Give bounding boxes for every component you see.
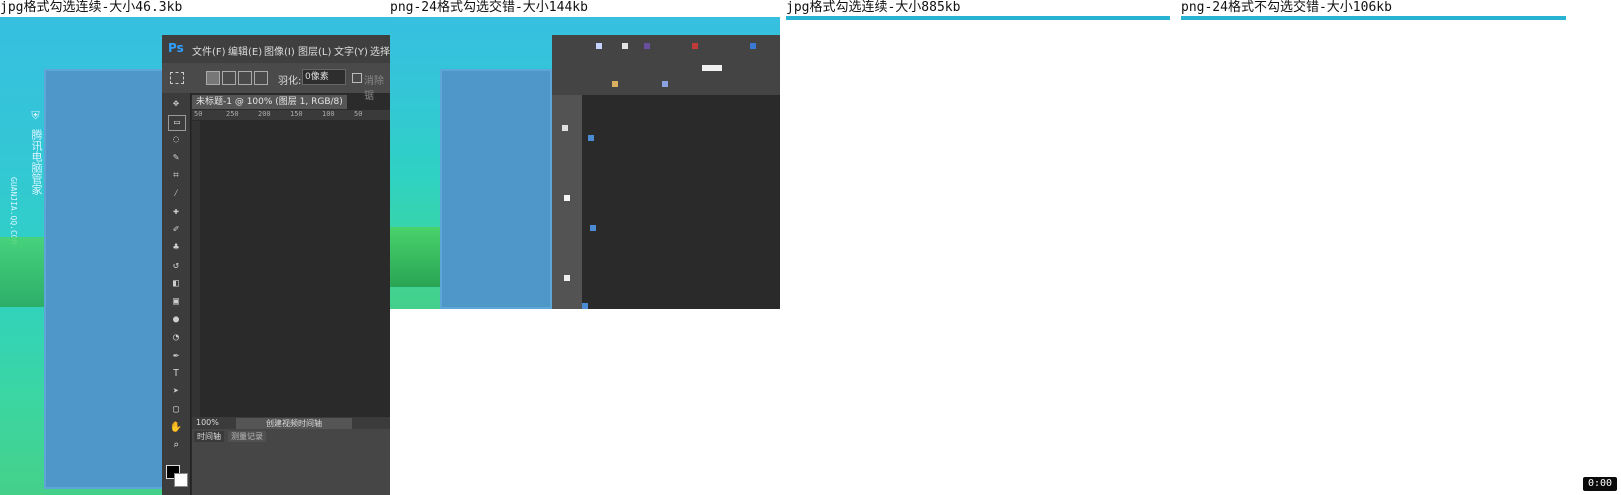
timeline-panel: 时间轴 测量记录 xyxy=(192,429,390,495)
pixel-noise xyxy=(644,43,650,49)
photoshop-logo: Ps xyxy=(168,41,184,55)
panel-caption: png-24格式勾选交错-大小144kb xyxy=(390,0,588,15)
new-selection-icon[interactable] xyxy=(206,71,220,85)
loading-bar xyxy=(1181,16,1566,20)
pixel-noise xyxy=(588,135,594,141)
ruler-tick: 50 xyxy=(194,110,203,118)
pixel-noise xyxy=(596,43,602,49)
brand-site: GUANJIA.QQ.COM xyxy=(9,177,18,245)
gradient-icon[interactable]: ▣ xyxy=(168,295,184,309)
healing-brush-icon[interactable]: ✚ xyxy=(168,205,184,219)
quick-select-icon[interactable]: ✎ xyxy=(168,151,184,165)
ruler-tick: 100 xyxy=(322,110,335,118)
pixel-noise xyxy=(562,125,568,131)
eraser-icon[interactable]: ◧ xyxy=(168,277,184,291)
canvas-area[interactable] xyxy=(192,121,390,417)
brand-name: 腾讯电脑管家 xyxy=(30,128,43,195)
blur-tool-icon[interactable]: ● xyxy=(168,313,184,327)
ps-toolbox: ✥ ▭ ◌ ✎ ⌗ ⁄ ✚ ✐ ♣ ↺ ◧ ▣ ● ◔ ✒ T ➤ ▢ ✋ ⌕ xyxy=(162,93,191,495)
pixel-noise xyxy=(662,81,668,87)
hill-shape xyxy=(0,237,44,307)
marquee-tool-icon[interactable]: ▭ xyxy=(168,115,186,131)
eyedropper-icon[interactable]: ⁄ xyxy=(168,187,184,201)
horizontal-ruler: 50 250 200 150 100 50 xyxy=(192,110,390,120)
ps-screenshot-interlaced xyxy=(390,17,780,309)
pixel-noise xyxy=(750,43,756,49)
photoshop-window: Ps 文件(F) 编辑(E) 图像(I) 图层(L) 文字(Y) 选择 羽化: … xyxy=(162,35,390,495)
playback-timer: 0:00 xyxy=(1583,477,1617,491)
menu-image[interactable]: 图像(I) xyxy=(264,43,295,58)
path-select-icon[interactable]: ➤ xyxy=(168,385,184,399)
move-tool-icon[interactable]: ✥ xyxy=(168,97,184,111)
pen-tool-icon[interactable]: ✒ xyxy=(168,349,184,363)
add-selection-icon[interactable] xyxy=(222,71,236,85)
pixel-noise xyxy=(564,275,570,281)
menu-type[interactable]: 文字(Y) xyxy=(334,43,368,58)
hand-tool-icon[interactable]: ✋ xyxy=(168,421,184,435)
menu-layer[interactable]: 图层(L) xyxy=(298,43,331,58)
antialias-label: 消除锯 xyxy=(364,76,384,102)
pixel-noise xyxy=(622,43,628,49)
zoom-level: 100% xyxy=(196,418,219,427)
panel-2: png-24格式勾选交错-大小144kb xyxy=(390,0,780,495)
pixel-noise xyxy=(612,81,618,87)
shield-icon: ⛨ xyxy=(30,111,43,122)
ps-screenshot: ⛨ 腾讯电脑管家 GUANJIA.QQ.COM Ps 文件(F) 编辑(E) 图… xyxy=(0,17,390,495)
subtract-selection-icon[interactable] xyxy=(238,71,252,85)
marquee-icon[interactable] xyxy=(170,72,184,84)
feather-input[interactable]: 0像素 xyxy=(302,69,346,85)
panel-caption: png-24格式不勾选交错-大小106kb xyxy=(1181,0,1392,15)
pixel-noise xyxy=(564,195,570,201)
dodge-tool-icon[interactable]: ◔ xyxy=(168,331,184,345)
feather-label: 羽化: xyxy=(278,76,302,87)
status-bar: 100% 创建视频时间轴 xyxy=(192,417,390,429)
pixel-noise xyxy=(702,65,722,71)
brand-logo-text: ⛨ 腾讯电脑管家 xyxy=(14,111,43,195)
panel-caption: jpg格式勾选连续-大小46.3kb xyxy=(0,0,183,15)
background-color-swatch[interactable] xyxy=(174,473,188,487)
panel-4: png-24格式不勾选交错-大小106kb xyxy=(1181,0,1621,495)
menu-select[interactable]: 选择 xyxy=(370,43,390,58)
tab-measurement[interactable]: 测量记录 xyxy=(228,431,266,442)
zoom-tool-icon[interactable]: ⌕ xyxy=(168,439,184,453)
ps-options-bar: 羽化: 0像素 消除锯 xyxy=(162,63,390,102)
document-tab[interactable]: 未标题-1 @ 100% (图层 1, RGB/8) xyxy=(192,95,347,109)
pixelated-window xyxy=(552,35,780,309)
pixel-noise xyxy=(582,303,588,309)
brush-tool-icon[interactable]: ✐ xyxy=(168,223,184,237)
antialias-checkbox[interactable] xyxy=(352,73,362,83)
shape-tool-icon[interactable]: ▢ xyxy=(168,403,184,417)
ruler-tick: 150 xyxy=(290,110,303,118)
pixel-noise xyxy=(692,43,698,49)
panel-3: jpg格式勾选连续-大小885kb xyxy=(786,0,1176,495)
clone-stamp-icon[interactable]: ♣ xyxy=(168,241,184,255)
timeline-button[interactable]: 创建视频时间轴 xyxy=(236,418,352,429)
loading-bar xyxy=(786,16,1170,20)
lasso-tool-icon[interactable]: ◌ xyxy=(168,133,184,147)
type-tool-icon[interactable]: T xyxy=(168,367,184,381)
panel-1: jpg格式勾选连续-大小46.3kb ⛨ 腾讯电脑管家 GUANJIA.QQ.C… xyxy=(0,0,390,495)
panel-caption: jpg格式勾选连续-大小885kb xyxy=(786,0,961,15)
ruler-tick: 200 xyxy=(258,110,271,118)
ruler-tick: 250 xyxy=(226,110,239,118)
pixel-noise xyxy=(590,225,596,231)
crop-tool-icon[interactable]: ⌗ xyxy=(168,169,184,183)
intersect-selection-icon[interactable] xyxy=(254,71,268,85)
history-brush-icon[interactable]: ↺ xyxy=(168,259,184,273)
wallpaper-card xyxy=(440,69,552,309)
hill-shape xyxy=(390,227,440,287)
ruler-tick: 50 xyxy=(354,110,363,118)
menu-file[interactable]: 文件(F) xyxy=(192,43,226,58)
ps-menubar: Ps 文件(F) 编辑(E) 图像(I) 图层(L) 文字(Y) 选择 xyxy=(162,35,390,63)
menu-edit[interactable]: 编辑(E) xyxy=(228,43,262,58)
tab-timeline[interactable]: 时间轴 xyxy=(194,431,224,442)
wallpaper-card xyxy=(44,69,164,489)
